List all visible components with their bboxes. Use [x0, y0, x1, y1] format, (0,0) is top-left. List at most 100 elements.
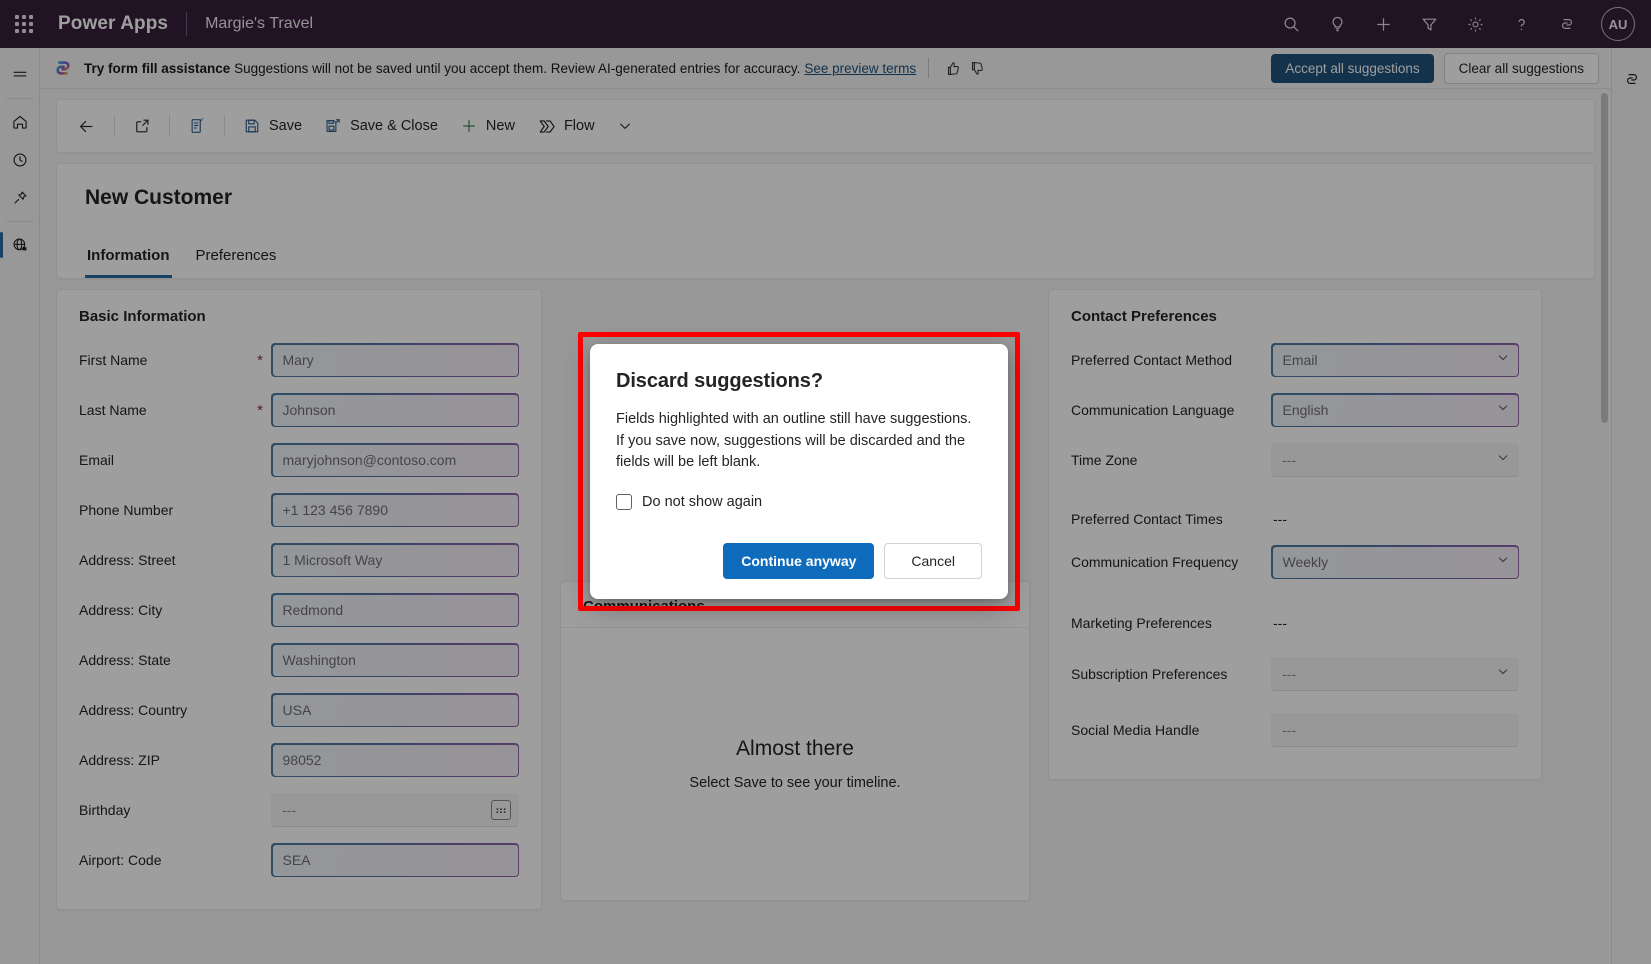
do-not-show-again-checkbox[interactable]: [616, 494, 632, 510]
open-in-new-window-button[interactable]: [123, 107, 161, 145]
field-control[interactable]: ---: [1271, 511, 1519, 527]
field-value: 1 Microsoft Way: [273, 545, 518, 576]
ai-suggested-input[interactable]: USA: [271, 693, 519, 727]
preview-terms-link[interactable]: See preview terms: [804, 61, 916, 76]
save-and-close-button[interactable]: Save & Close: [314, 107, 448, 145]
thumbs-down-icon[interactable]: [965, 56, 989, 80]
field-control[interactable]: Email: [1271, 343, 1519, 377]
field-value: 98052: [273, 745, 518, 776]
field-value: ---: [1282, 666, 1296, 682]
tab-preferences[interactable]: Preferences: [194, 237, 279, 278]
field-control[interactable]: ---: [271, 793, 519, 827]
field-control[interactable]: 1 Microsoft Way: [271, 543, 519, 577]
field-control[interactable]: +1 123 456 7890: [271, 493, 519, 527]
field-label: Email: [79, 452, 271, 468]
suite-brand[interactable]: Power Apps: [58, 13, 168, 35]
field-label: Address: Country: [79, 702, 271, 718]
field-label: Preferred Contact Times: [1071, 511, 1271, 527]
search-icon[interactable]: [1271, 4, 1311, 44]
ai-suggested-input[interactable]: maryjohnson@contoso.com: [271, 443, 519, 477]
gear-icon[interactable]: [1455, 4, 1495, 44]
avatar[interactable]: AU: [1601, 7, 1635, 41]
back-button[interactable]: [67, 107, 106, 145]
field-label: Last Name: [79, 402, 257, 418]
ai-suggested-input[interactable]: Johnson: [271, 393, 519, 427]
ai-suggested-input[interactable]: 98052: [271, 743, 519, 777]
dialog-actions: Continue anyway Cancel: [616, 543, 982, 579]
column-right: Contact Preferences Preferred Contact Me…: [1048, 289, 1542, 910]
suite-header-actions: AU: [1271, 4, 1651, 44]
app-name[interactable]: Margie's Travel: [205, 15, 313, 33]
text-input[interactable]: ---: [1271, 713, 1519, 747]
field-phone-number: Phone Number +1 123 456 7890: [79, 493, 519, 527]
copilot-icon[interactable]: [1547, 4, 1587, 44]
clear-all-suggestions-button[interactable]: Clear all suggestions: [1444, 53, 1599, 84]
flow-button[interactable]: Flow: [527, 107, 605, 145]
sidebar-item-home[interactable]: [0, 103, 40, 141]
select-input[interactable]: ---: [1271, 443, 1519, 477]
ai-suggested-input[interactable]: 1 Microsoft Way: [271, 543, 519, 577]
field-control[interactable]: ---: [1271, 713, 1519, 747]
field-control[interactable]: Washington: [271, 643, 519, 677]
select-input[interactable]: ---: [1271, 657, 1519, 691]
thumbs-up-icon[interactable]: [941, 56, 965, 80]
ai-suggested-select[interactable]: English: [1271, 393, 1519, 427]
ai-suggested-input[interactable]: SEA: [271, 843, 519, 877]
field-label: Phone Number: [79, 502, 271, 518]
empty-state-subtitle: Select Save to see your timeline.: [689, 775, 900, 791]
field-last-name: Last Name * Johnson: [79, 393, 519, 427]
app-launcher-button[interactable]: [0, 0, 48, 48]
field-control[interactable]: 98052: [271, 743, 519, 777]
filter-icon[interactable]: [1409, 4, 1449, 44]
sidebar-item-site-map[interactable]: [0, 226, 40, 264]
field-control[interactable]: ---: [1271, 615, 1519, 631]
ai-suggested-select[interactable]: Weekly: [1271, 545, 1519, 579]
contact-preferences-title: Contact Preferences: [1071, 308, 1519, 325]
banner-actions: Accept all suggestions Clear all suggest…: [1271, 53, 1599, 84]
ai-suggested-input[interactable]: +1 123 456 7890: [271, 493, 519, 527]
cancel-button[interactable]: Cancel: [884, 543, 982, 579]
scrollbar-thumb[interactable]: [1601, 93, 1608, 423]
dialog-title: Discard suggestions?: [616, 370, 982, 393]
copilot-panel-icon[interactable]: [1612, 60, 1651, 98]
field-label: Birthday: [79, 802, 271, 818]
field-control[interactable]: ---: [1271, 443, 1519, 477]
ai-suggested-select[interactable]: Email: [1271, 343, 1519, 377]
field-control[interactable]: Johnson: [271, 393, 519, 427]
form-editor-button[interactable]: [178, 107, 216, 145]
hamburger-menu-icon[interactable]: [0, 56, 40, 94]
continue-anyway-button[interactable]: Continue anyway: [723, 543, 874, 579]
field-control[interactable]: USA: [271, 693, 519, 727]
tab-information[interactable]: Information: [85, 237, 172, 278]
new-button[interactable]: New: [450, 107, 525, 145]
sidebar-item-pinned[interactable]: [0, 179, 40, 217]
field-birthday: Birthday ---: [79, 793, 519, 827]
plus-icon[interactable]: [1363, 4, 1403, 44]
field-label: Subscription Preferences: [1071, 666, 1271, 682]
field-value: ---: [282, 802, 296, 818]
more-commands-chevron-down-icon[interactable]: [607, 107, 643, 145]
page-title: New Customer: [85, 186, 1566, 210]
field-control[interactable]: Redmond: [271, 593, 519, 627]
field-value: ---: [1271, 615, 1519, 631]
do-not-show-again-checkbox-row[interactable]: Do not show again: [616, 494, 982, 510]
field-control[interactable]: Weekly: [1271, 545, 1519, 579]
field-control[interactable]: maryjohnson@contoso.com: [271, 443, 519, 477]
rail-divider-2: [6, 221, 34, 222]
field-address-street: Address: Street 1 Microsoft Way: [79, 543, 519, 577]
ai-suggested-input[interactable]: Washington: [271, 643, 519, 677]
sidebar-item-recent[interactable]: [0, 141, 40, 179]
ai-suggested-input[interactable]: Mary: [271, 343, 519, 377]
lightbulb-icon[interactable]: [1317, 4, 1357, 44]
field-value: maryjohnson@contoso.com: [273, 445, 518, 476]
field-control[interactable]: English: [1271, 393, 1519, 427]
date-input[interactable]: ---: [271, 793, 519, 827]
ai-suggested-input[interactable]: Redmond: [271, 593, 519, 627]
field-control[interactable]: Mary: [271, 343, 519, 377]
content-scrollbar[interactable]: [1599, 93, 1609, 959]
field-control[interactable]: SEA: [271, 843, 519, 877]
help-icon[interactable]: [1501, 4, 1541, 44]
accept-all-suggestions-button[interactable]: Accept all suggestions: [1271, 54, 1433, 83]
field-control[interactable]: ---: [1271, 657, 1519, 691]
save-button[interactable]: Save: [233, 107, 312, 145]
